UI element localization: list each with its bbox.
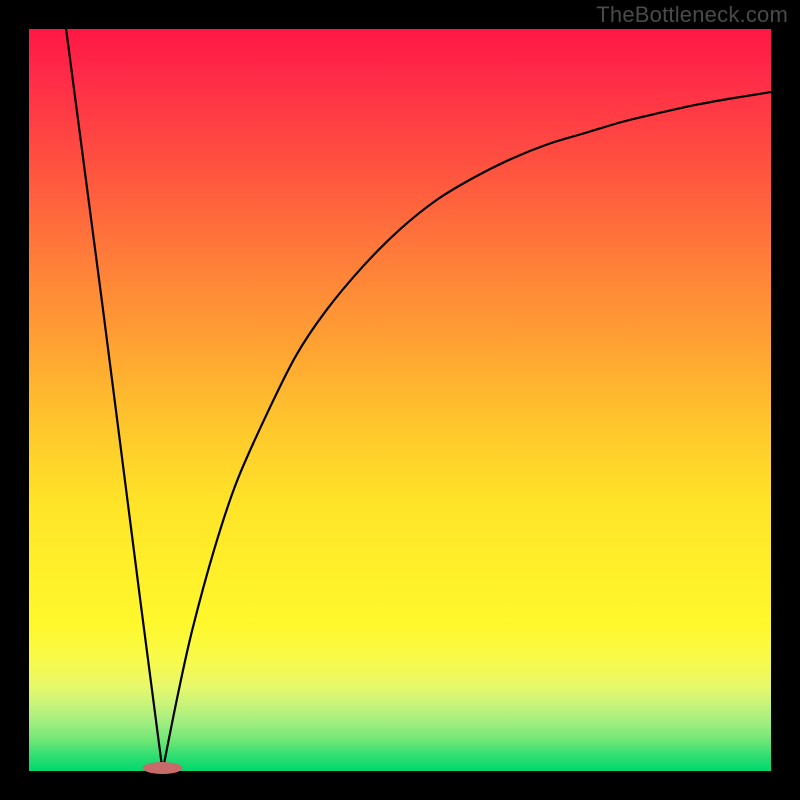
min-marker xyxy=(143,762,183,774)
plot-area xyxy=(29,29,771,771)
bottleneck-curve xyxy=(66,29,771,771)
watermark-text: TheBottleneck.com xyxy=(596,2,788,28)
chart-frame: TheBottleneck.com xyxy=(0,0,800,800)
curve-layer xyxy=(29,29,771,771)
